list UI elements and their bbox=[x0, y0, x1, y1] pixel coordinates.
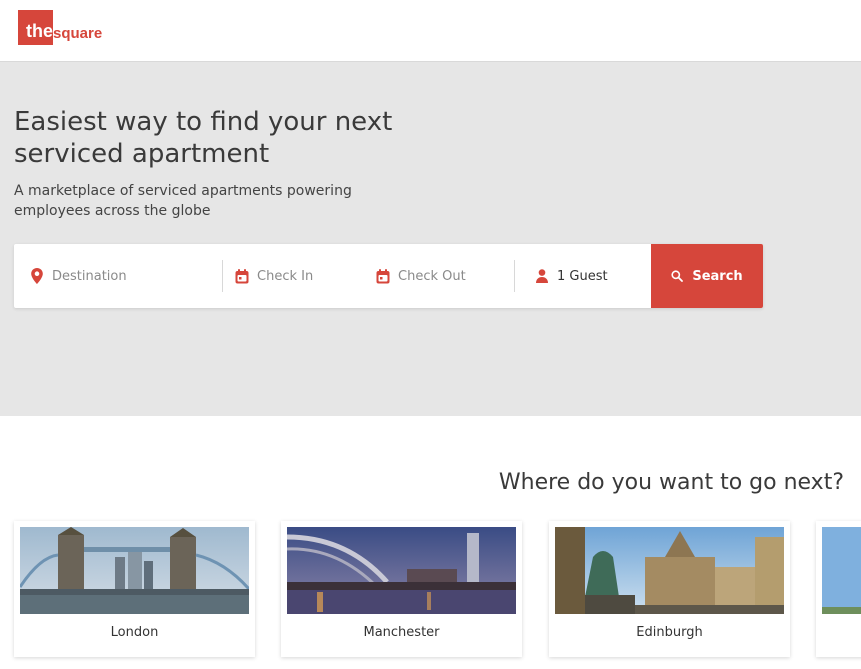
field-divider bbox=[514, 260, 515, 292]
check-out-field[interactable]: Check Out bbox=[376, 244, 466, 308]
destination-card-partial[interactable] bbox=[816, 521, 861, 657]
logo-text-square: square bbox=[53, 25, 103, 42]
calendar-icon bbox=[376, 268, 390, 283]
hero-section: Easiest way to find your next serviced a… bbox=[0, 62, 861, 416]
guests-selector[interactable]: 1 Guest bbox=[557, 269, 608, 284]
search-button-label: Search bbox=[692, 268, 743, 284]
field-divider bbox=[222, 260, 223, 292]
destination-card-edinburgh[interactable]: Edinburgh bbox=[549, 521, 790, 657]
hero-title-line1: Easiest way to find your next bbox=[14, 107, 393, 137]
location-pin-icon bbox=[31, 268, 43, 284]
card-title: Manchester bbox=[363, 625, 440, 640]
card-title: Edinburgh bbox=[636, 625, 703, 640]
person-icon bbox=[536, 269, 548, 283]
destination-card-london[interactable]: London bbox=[14, 521, 255, 657]
card-title: London bbox=[110, 625, 159, 640]
edinburgh-image bbox=[555, 527, 784, 614]
site-header: the square bbox=[0, 0, 861, 62]
destination-field[interactable]: Destination bbox=[30, 244, 127, 308]
manchester-image bbox=[287, 527, 516, 614]
london-image bbox=[20, 527, 249, 614]
hero-subtitle: A marketplace of serviced apartments pow… bbox=[14, 182, 394, 221]
hero-title-line2: serviced apartment bbox=[14, 139, 270, 169]
search-icon bbox=[671, 270, 684, 282]
hero-subtitle-line2: employees across the globe bbox=[14, 202, 211, 219]
check-in-field[interactable]: Check In bbox=[235, 244, 313, 308]
hero-subtitle-line1: A marketplace of serviced apartments pow… bbox=[14, 183, 352, 199]
search-button[interactable]: Search bbox=[651, 244, 763, 308]
check-in-input[interactable]: Check In bbox=[257, 269, 313, 284]
hero-title: Easiest way to find your next serviced a… bbox=[14, 106, 414, 170]
guests-field[interactable]: 1 Guest bbox=[536, 244, 608, 308]
destination-card-manchester[interactable]: Manchester bbox=[281, 521, 522, 657]
destination-input[interactable]: Destination bbox=[52, 269, 127, 284]
calendar-icon bbox=[235, 268, 249, 283]
logo-text-the: the bbox=[26, 21, 53, 41]
check-out-input[interactable]: Check Out bbox=[398, 269, 466, 284]
partial-image bbox=[822, 527, 861, 614]
destinations-heading: Where do you want to go next? bbox=[498, 470, 844, 495]
search-bar: Destination Check In Check Out 1 Guest S… bbox=[14, 244, 763, 308]
